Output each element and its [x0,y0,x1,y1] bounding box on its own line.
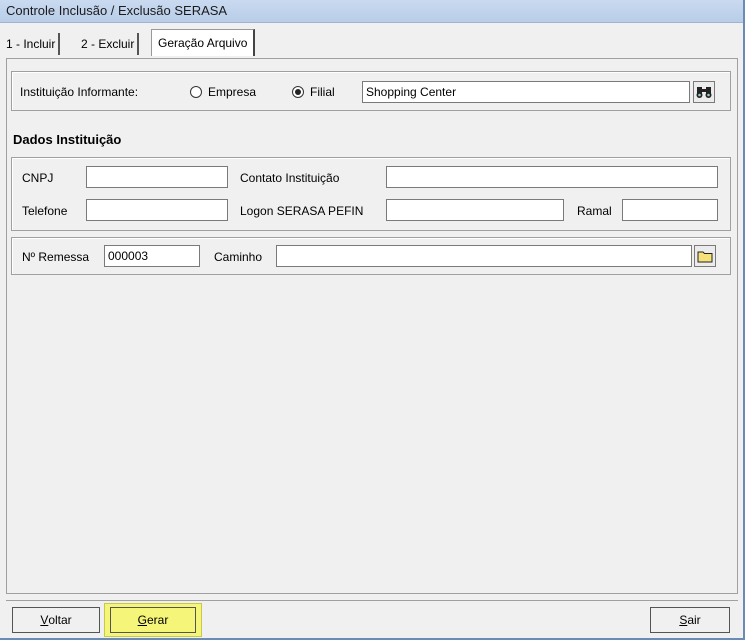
tab-excluir[interactable]: 2 - Excluir [81,33,140,55]
sair-button[interactable]: Sair [650,607,730,633]
contato-field[interactable] [386,166,718,188]
voltar-label: oltar [48,613,72,627]
window-title: Controle Inclusão / Exclusão SERASA [6,3,228,18]
telefone-label: Telefone [22,204,68,218]
voltar-button[interactable]: Voltar [12,607,100,633]
tab-incluir[interactable]: 1 - Incluir [6,33,61,55]
voltar-mnemonic: V [40,613,49,627]
ramal-label: Ramal [577,204,612,218]
title-bar: Controle Inclusão / Exclusão SERASA [0,0,743,23]
binoculars-icon[interactable] [693,81,715,103]
tab-geracao-arquivo[interactable]: Geração Arquivo [151,29,256,56]
cnpj-field[interactable] [86,166,228,188]
radio-empresa-label[interactable]: Empresa [208,85,256,99]
tab-panel: Instituição Informante: Empresa Filial D… [6,58,738,594]
cnpj-label: CNPJ [22,171,54,185]
button-bar: Voltar Gerar Sair [6,600,738,637]
radio-filial-label[interactable]: Filial [310,85,335,99]
folder-icon[interactable] [694,245,716,267]
gerar-button[interactable]: Gerar [110,607,196,633]
remessa-label: Nº Remessa [22,250,90,264]
remessa-group: Nº Remessa Caminho [11,237,731,275]
dados-title: Dados Instituição [13,132,122,147]
contato-label: Contato Instituição [240,171,340,185]
gerar-mnemonic: G [137,613,147,627]
logon-field[interactable] [386,199,564,221]
radio-empresa[interactable] [190,86,202,98]
remessa-field[interactable] [104,245,200,267]
radio-filial[interactable] [292,86,304,98]
informante-label: Instituição Informante: [20,85,139,99]
ramal-field[interactable] [622,199,718,221]
sair-mnemonic: S [679,613,688,627]
caminho-field[interactable] [276,245,692,267]
telefone-field[interactable] [86,199,228,221]
caminho-label: Caminho [214,250,263,264]
informante-group: Instituição Informante: Empresa Filial [11,71,731,111]
dados-group: CNPJ Contato Instituição Telefone Logon … [11,157,731,231]
logon-label: Logon SERASA PEFIN [240,204,364,218]
main-window: Controle Inclusão / Exclusão SERASA 1 - … [0,0,745,640]
sair-label: air [687,613,701,627]
gerar-label: erar [147,613,169,627]
informante-input[interactable] [362,81,690,103]
